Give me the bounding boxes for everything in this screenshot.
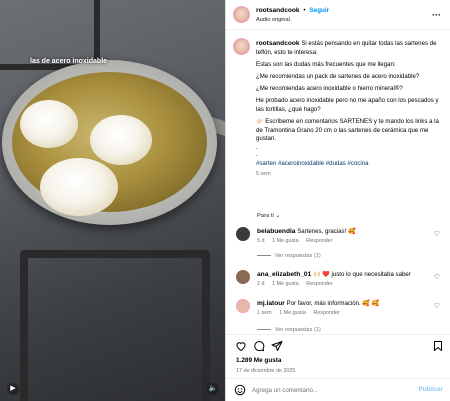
avatar[interactable] bbox=[233, 6, 250, 23]
avatar[interactable] bbox=[236, 299, 250, 313]
view-replies-button[interactable]: Ver respuestas (1) bbox=[257, 327, 321, 333]
comment-meta: 5 d 1 Me gusta Responder bbox=[257, 238, 339, 244]
caption-paragraph: 👉🏻 Escríbeme en comentarios SARTENES y t… bbox=[256, 118, 439, 143]
comment-meta: 2 d 1 Me gusta Responder bbox=[257, 281, 339, 287]
translate-hint[interactable]: Para ti ⌄ bbox=[257, 213, 280, 219]
comment-text: Por favor, más información. 🥰 🥰 bbox=[286, 300, 380, 307]
header-username[interactable]: rootsandcook bbox=[256, 7, 300, 14]
view-replies-button[interactable]: Ver respuestas (1) bbox=[257, 253, 321, 259]
fried-egg bbox=[90, 115, 152, 165]
fried-egg bbox=[40, 158, 118, 216]
share-icon[interactable] bbox=[271, 340, 283, 352]
post-date: 17 de diciembre de 2025 bbox=[236, 368, 296, 374]
comment-username[interactable]: belabuendia bbox=[257, 228, 295, 235]
post-header: rootsandcook • Seguir Audio original ··· bbox=[226, 0, 450, 30]
comment-item: ana_elizabeth_01 🙌🏻 ❤️ justo lo que nece… bbox=[236, 270, 446, 300]
avatar[interactable] bbox=[236, 227, 250, 241]
post-caption: rootsandcook Si estás pensando en quitar… bbox=[256, 40, 444, 178]
post-media-video[interactable]: las de acero inoxidable ▶ 🔈 bbox=[0, 0, 225, 401]
comment-username[interactable]: mj.latour bbox=[257, 300, 285, 307]
heart-icon[interactable]: ♡ bbox=[434, 302, 440, 310]
caption-username[interactable]: rootsandcook bbox=[256, 40, 300, 47]
caption-dot: . bbox=[256, 150, 258, 158]
comment-item: belabuendia Sartenes, gracias! 🥰 5 d 1 M… bbox=[236, 227, 446, 267]
heart-icon[interactable]: ♡ bbox=[434, 273, 440, 281]
frying-pan bbox=[2, 60, 217, 225]
post-actions: 1.289 Me gusta 17 de diciembre de 2025 bbox=[226, 334, 450, 378]
comment-text: 🙌🏻 ❤️ justo lo que necesitaba saber bbox=[312, 271, 411, 278]
separator-dot: • bbox=[303, 8, 306, 14]
audio-label[interactable]: Audio original bbox=[256, 17, 290, 23]
bookmark-icon[interactable] bbox=[432, 340, 444, 352]
post-details-panel: rootsandcook • Seguir Audio original ···… bbox=[225, 0, 450, 401]
stove-grate bbox=[20, 250, 210, 401]
comment-body: belabuendia Sartenes, gracias! 🥰 bbox=[257, 228, 427, 236]
caption-paragraph: ¿Me recomiendas acero inoxidable o hierr… bbox=[256, 85, 403, 93]
comment-age: 2 d bbox=[257, 281, 265, 287]
emoji-icon[interactable] bbox=[234, 384, 246, 396]
comment-text: Sartenes, gracias! 🥰 bbox=[297, 228, 356, 235]
avatar[interactable] bbox=[236, 270, 250, 284]
comment-age: 5 d bbox=[257, 238, 265, 244]
comment-meta: 1 sem 1 Me gusta Responder bbox=[257, 310, 346, 316]
comment-body: ana_elizabeth_01 🙌🏻 ❤️ justo lo que nece… bbox=[257, 271, 427, 279]
comment-age: 1 sem bbox=[257, 310, 272, 316]
hashtags[interactable]: #sarten #aceroinoxidable #dudas #cocina bbox=[256, 160, 444, 169]
reply-button[interactable]: Responder bbox=[306, 238, 332, 244]
comments-scroll-area[interactable]: rootsandcook Si estás pensando en quitar… bbox=[226, 31, 450, 334]
add-comment-bar: Publicar bbox=[226, 378, 450, 401]
comment-body: mj.latour Por favor, más información. 🥰 … bbox=[257, 300, 427, 308]
fried-egg bbox=[20, 100, 78, 148]
publish-button[interactable]: Publicar bbox=[419, 386, 443, 393]
comment-item: mj.latour Por favor, más información. 🥰 … bbox=[236, 299, 446, 329]
heart-icon[interactable]: ♡ bbox=[434, 230, 440, 238]
video-caption-overlay: las de acero inoxidable bbox=[30, 58, 108, 65]
caption-paragraph: ¿Me recomiendas un pack de sartenes de a… bbox=[256, 72, 420, 80]
comment-input[interactable] bbox=[252, 384, 402, 396]
play-icon[interactable]: ▶ bbox=[7, 383, 19, 395]
post-time: 5 sem bbox=[256, 170, 271, 177]
heart-icon[interactable] bbox=[235, 340, 247, 352]
follow-button[interactable]: Seguir bbox=[309, 7, 329, 14]
comment-likes[interactable]: 1 Me gusta bbox=[279, 310, 306, 316]
comment-likes[interactable]: 1 Me gusta bbox=[272, 238, 299, 244]
avatar[interactable] bbox=[233, 38, 250, 55]
caption-dot: . bbox=[256, 143, 258, 151]
reply-button[interactable]: Responder bbox=[313, 310, 339, 316]
caption-paragraph: Estas son las dudas más frecuentes que m… bbox=[256, 60, 396, 68]
comment-username[interactable]: ana_elizabeth_01 bbox=[257, 271, 311, 278]
reply-button[interactable]: Responder bbox=[306, 281, 332, 287]
caption-paragraph: He probado acero inoxidable pero no me a… bbox=[256, 97, 439, 113]
speaker-icon[interactable]: 🔈 bbox=[207, 383, 219, 395]
comment-likes[interactable]: 1 Me gusta bbox=[272, 281, 299, 287]
likes-count[interactable]: 1.289 Me gusta bbox=[236, 357, 281, 364]
more-options-icon[interactable]: ··· bbox=[432, 10, 441, 20]
comment-icon[interactable] bbox=[253, 340, 265, 352]
